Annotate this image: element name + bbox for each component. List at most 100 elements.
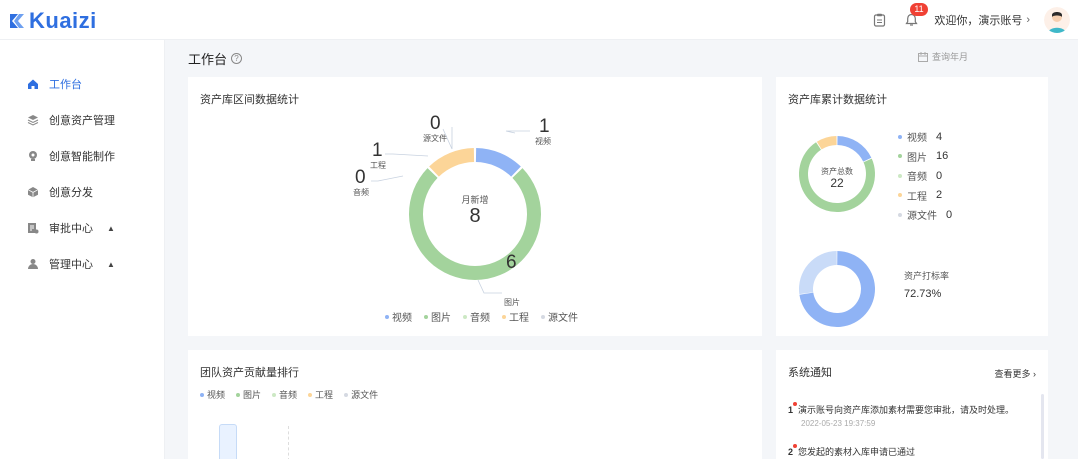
donut-center-value: 8 bbox=[469, 205, 481, 227]
stat-dot bbox=[898, 173, 902, 178]
stat-dot bbox=[898, 193, 902, 198]
interval-slice[interactable] bbox=[475, 148, 521, 177]
tag-rate-label: 资产打标率 bbox=[904, 271, 950, 281]
cumulative-slice[interactable] bbox=[816, 136, 837, 150]
legend-item[interactable]: 源文件 bbox=[344, 388, 378, 401]
page-title: 工作台 bbox=[188, 52, 228, 67]
ranking-title: 团队资产贡献量排行 bbox=[200, 367, 299, 379]
view-more-link[interactable]: 查看更多 › bbox=[994, 367, 1036, 380]
legend-item[interactable]: 图片 bbox=[424, 309, 451, 324]
sidebar-item-asset-management[interactable]: 创意资产管理 bbox=[0, 102, 164, 138]
bulb-icon bbox=[27, 150, 39, 162]
label-image-value: 6 bbox=[506, 252, 517, 273]
label-image-text: 图片 bbox=[504, 298, 520, 307]
notice-title: 系统通知 bbox=[788, 367, 832, 379]
sidebar-item-distribution[interactable]: 创意分发 bbox=[0, 174, 164, 210]
stat-row-image: 图片 16 bbox=[898, 147, 952, 167]
ranking-legend: 视频 图片 音频 工程 源文件 bbox=[200, 388, 378, 401]
page-header: 工作台 ? bbox=[188, 49, 243, 68]
year-month-label: 查询年月 bbox=[932, 52, 969, 62]
label-video-text: 视频 bbox=[535, 137, 551, 146]
avatar[interactable] bbox=[1044, 7, 1070, 33]
legend-dot bbox=[236, 392, 241, 397]
legend-dot bbox=[541, 314, 545, 319]
legend-dot bbox=[344, 392, 349, 397]
legend-dot bbox=[463, 314, 467, 319]
stat-row-source: 源文件 0 bbox=[898, 205, 952, 225]
calendar-icon bbox=[918, 51, 928, 62]
notice-index: 1 bbox=[788, 405, 794, 415]
legend-item[interactable]: 视频 bbox=[385, 309, 412, 324]
legend-item[interactable]: 视频 bbox=[200, 388, 225, 401]
interval-leader-line bbox=[477, 279, 502, 294]
label-source-text: 源文件 bbox=[423, 134, 447, 143]
legend-item[interactable]: 源文件 bbox=[541, 309, 578, 324]
notification-button[interactable]: 11 bbox=[902, 3, 928, 29]
stat-dot bbox=[898, 154, 902, 159]
logo-text: Kuaizi bbox=[29, 8, 97, 33]
user-icon bbox=[27, 258, 39, 270]
clipboard-icon[interactable] bbox=[870, 11, 888, 29]
legend-dot bbox=[385, 314, 389, 319]
label-project-value: 1 bbox=[372, 140, 383, 161]
sidebar-item-label: 管理中心 bbox=[49, 259, 93, 271]
interval-stats-card: 资产库区间数据统计 月新增 8 1 视频 0 源文件 1 工程 0 音频 6 图… bbox=[188, 77, 762, 336]
legend-dot bbox=[308, 392, 313, 397]
legend-item[interactable]: 音频 bbox=[272, 388, 297, 401]
label-video-value: 1 bbox=[539, 116, 550, 137]
label-source-value: 0 bbox=[430, 113, 441, 134]
sidebar-item-approval-center[interactable]: 审批中心 ▲ bbox=[0, 210, 164, 246]
cumulative-center-value: 22 bbox=[830, 176, 844, 190]
label-audio-value: 0 bbox=[355, 167, 366, 188]
sidebar-item-smart-production[interactable]: 创意智能制作 bbox=[0, 138, 164, 174]
interval-leader-line bbox=[371, 175, 404, 182]
logo-icon bbox=[10, 14, 24, 28]
system-notice-card: 系统通知 查看更多 › 1 演示账号向资产库添加素材需要您审批，请及时处理。 20… bbox=[776, 350, 1048, 459]
interval-leader-line bbox=[385, 153, 429, 157]
legend-dot bbox=[502, 314, 506, 319]
notice-scrollbar[interactable] bbox=[1041, 394, 1044, 459]
notice-text: 演示账号向资产库添加素材需要您审批，请及时处理。 bbox=[798, 405, 1015, 415]
user-menu[interactable]: 欢迎你，演示账号 › bbox=[934, 12, 1030, 28]
cumulative-slice[interactable] bbox=[837, 136, 872, 162]
interval-leader-line bbox=[505, 130, 530, 134]
ranking-bar bbox=[219, 424, 237, 459]
caret-up-icon: ▲ bbox=[107, 223, 115, 233]
legend-item[interactable]: 工程 bbox=[502, 309, 529, 324]
cumulative-stats-card: 资产库累计数据统计 资产总数 22 视频 4 图片 16 音频 0 工程 2 源文件 0 … bbox=[776, 77, 1048, 336]
ranking-gridline bbox=[288, 426, 289, 459]
tag-rate-value: 72.73% bbox=[904, 288, 942, 300]
year-month-button[interactable]: 查询年月 bbox=[918, 50, 968, 63]
notice-time: 2022-05-23 19:37:59 bbox=[801, 419, 876, 428]
legend-item[interactable]: 音频 bbox=[463, 309, 490, 324]
logo[interactable]: Kuaizi bbox=[8, 8, 97, 34]
legend-dot bbox=[424, 314, 428, 319]
tag-rate-slice[interactable] bbox=[799, 251, 837, 295]
legend-dot bbox=[200, 392, 204, 397]
help-icon[interactable]: ? bbox=[231, 53, 243, 64]
sidebar-item-label: 创意资产管理 bbox=[49, 115, 115, 127]
sidebar-item-label: 创意分发 bbox=[49, 187, 93, 199]
label-audio-text: 音频 bbox=[353, 188, 369, 197]
ranking-card: 团队资产贡献量排行 视频 图片 音频 工程 源文件 bbox=[188, 350, 762, 459]
legend-item[interactable]: 图片 bbox=[236, 388, 261, 401]
layers-icon bbox=[27, 114, 39, 126]
chevron-right-icon: › bbox=[1033, 369, 1036, 379]
legend-dot bbox=[272, 392, 277, 397]
sidebar-item-management-center[interactable]: 管理中心 ▲ bbox=[0, 246, 164, 282]
sidebar: 工作台 创意资产管理 创意智能制作 创意分发 审批中心 ▲ 管理中心 ▲ bbox=[0, 40, 165, 459]
welcome-text: 欢迎你，演示账号 bbox=[934, 15, 1023, 27]
interval-slice[interactable] bbox=[429, 148, 475, 177]
notice-text: 您发起的素材入库申请已通过 bbox=[798, 447, 916, 457]
stat-dot bbox=[898, 134, 902, 139]
sidebar-item-label: 审批中心 bbox=[49, 223, 93, 235]
caret-up-icon: ▲ bbox=[107, 259, 115, 269]
notice-item[interactable]: 1 演示账号向资产库添加素材需要您审批，请及时处理。 2022-05-23 19:… bbox=[788, 403, 1014, 428]
legend-item[interactable]: 工程 bbox=[308, 388, 333, 401]
chevron-right-icon: › bbox=[1026, 14, 1030, 26]
sidebar-item-workbench[interactable]: 工作台 bbox=[0, 66, 164, 102]
cube-icon bbox=[27, 186, 39, 198]
sidebar-item-label: 工作台 bbox=[49, 79, 82, 91]
stat-row-project: 工程 2 bbox=[898, 186, 952, 206]
notice-item[interactable]: 2 您发起的素材入库申请已通过 bbox=[788, 445, 915, 458]
